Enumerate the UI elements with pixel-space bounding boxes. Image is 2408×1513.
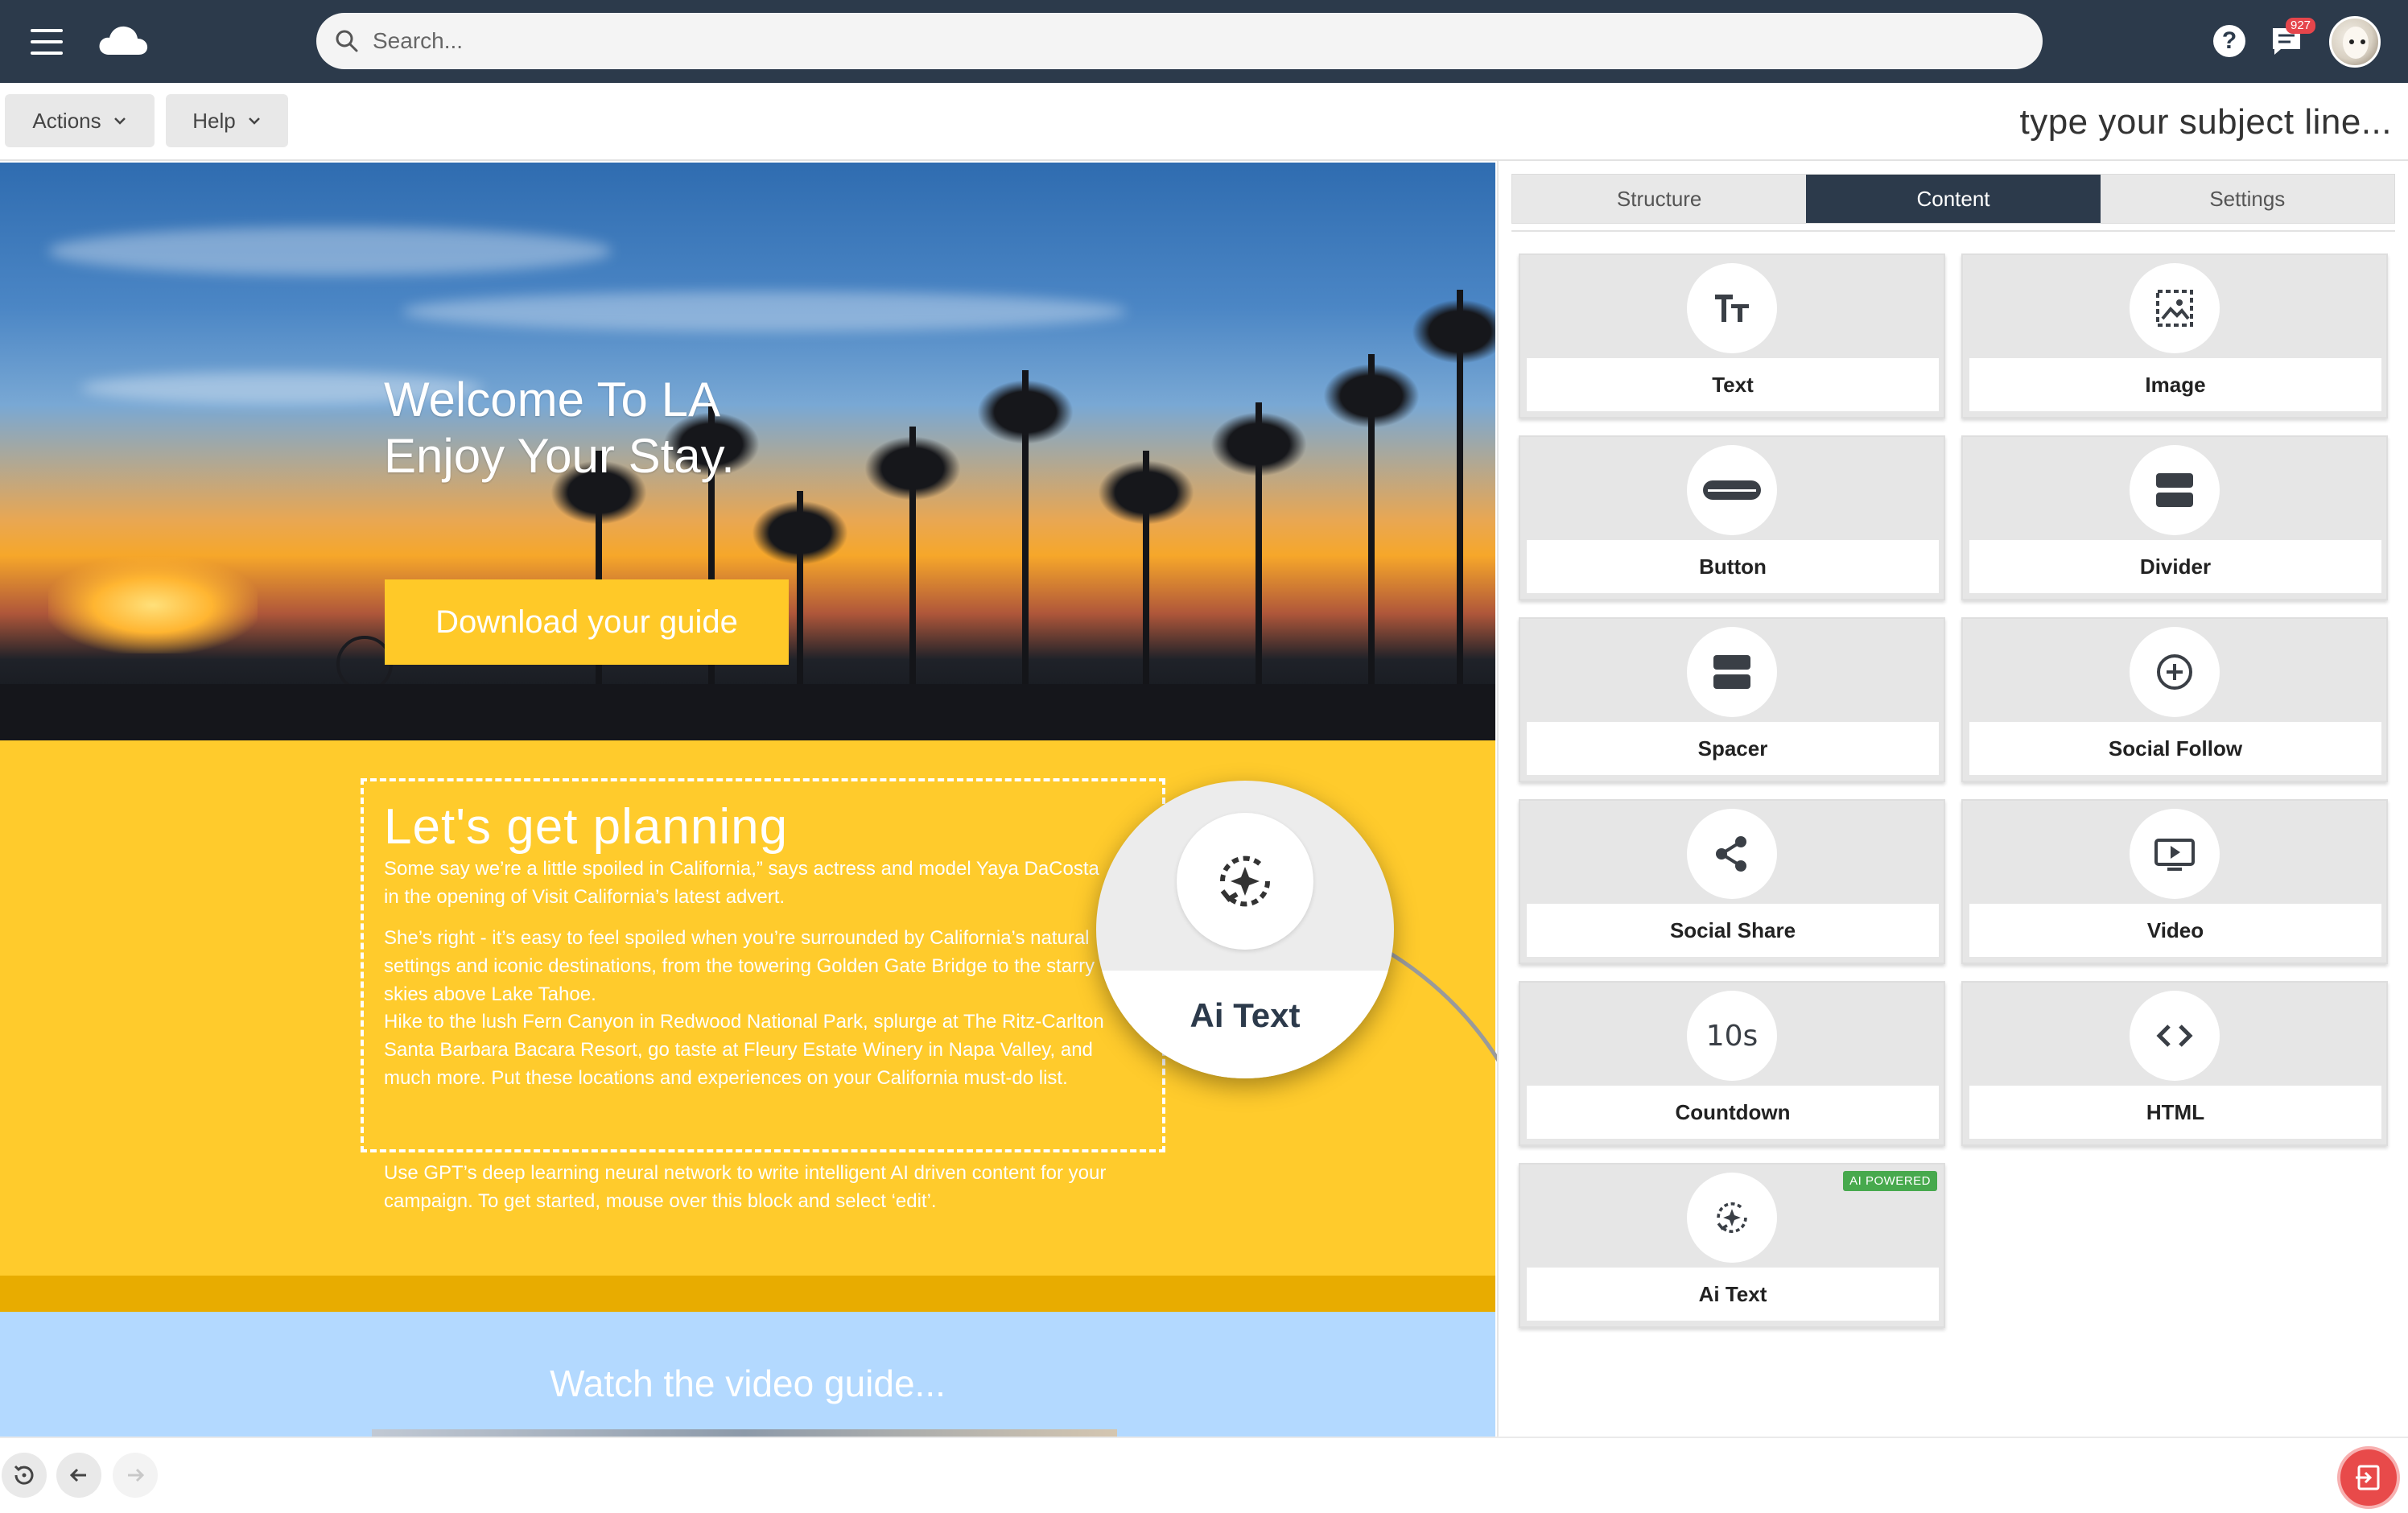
arrow-left-icon <box>69 1468 86 1482</box>
search-icon <box>336 30 358 52</box>
video-title: Watch the video guide... <box>550 1363 946 1404</box>
actions-label: Actions <box>32 108 101 133</box>
magnifier-label: Ai Text <box>1190 996 1301 1034</box>
content-tile-spacer[interactable]: Spacer <box>1519 617 1945 782</box>
code-icon <box>2156 1024 2193 1047</box>
content-tile-button[interactable]: Button <box>1519 435 1945 600</box>
ai-sparkle-icon <box>1219 855 1271 907</box>
divider-icon <box>2154 473 2195 507</box>
image-icon <box>2156 290 2193 327</box>
tile-label: Button <box>1527 540 1939 593</box>
arrow-right-icon <box>128 1468 145 1482</box>
content-tile-video[interactable]: Video <box>1961 799 2388 964</box>
help-icon[interactable]: ? <box>2213 25 2245 57</box>
planning-paragraph-2: She’s right - it’s easy to feel spoiled … <box>384 927 1095 1005</box>
sunset-glow <box>48 557 258 653</box>
subject-line-input[interactable]: type your subject line... <box>2019 102 2392 142</box>
content-tile-image[interactable]: Image <box>1961 254 2388 418</box>
panel-tabs: Structure Content Settings <box>1511 174 2395 224</box>
tile-label: Image <box>1969 358 2381 411</box>
video-thumbnail[interactable] <box>372 1429 1117 1437</box>
search-bar[interactable] <box>316 13 2043 69</box>
content-tile-social-follow[interactable]: Social Follow <box>1961 617 2388 782</box>
ai-text-magnifier: Ai Text <box>1096 781 1394 1078</box>
actions-dropdown[interactable]: Actions <box>5 94 155 147</box>
help-dropdown[interactable]: Help <box>166 94 288 147</box>
hero-title: Welcome To LA Enjoy Your Stay. <box>384 373 735 483</box>
menu-icon[interactable] <box>31 29 63 55</box>
button-icon <box>1703 480 1761 500</box>
cloud-logo-icon[interactable] <box>97 23 150 58</box>
tile-label: Countdown <box>1527 1086 1939 1139</box>
content-tile-countdown[interactable]: 10s Countdown <box>1519 981 1945 1146</box>
notification-badge: 927 <box>2286 18 2316 34</box>
countdown-icon: 10s <box>1705 1019 1759 1053</box>
tile-label: Spacer <box>1527 722 1939 775</box>
text-size-icon <box>1715 295 1749 322</box>
tile-label: HTML <box>1969 1086 2381 1139</box>
tile-label: Video <box>1969 904 2381 957</box>
section-divider <box>0 1276 1495 1312</box>
redo-button[interactable] <box>113 1453 158 1498</box>
download-guide-button[interactable]: Download your guide <box>385 579 789 665</box>
plus-circle-icon <box>2157 654 2192 690</box>
tab-structure[interactable]: Structure <box>1512 175 1806 223</box>
planning-paragraph-1: Some say we’re a little spoiled in Calif… <box>384 858 1099 908</box>
spacer-icon <box>1713 655 1750 689</box>
exit-icon <box>2356 1465 2380 1490</box>
tab-content[interactable]: Content <box>1806 175 2101 223</box>
ai-powered-badge: AI POWERED <box>1843 1171 1937 1191</box>
top-navbar: ? 927 <box>0 0 2408 83</box>
avatar[interactable] <box>2329 16 2381 68</box>
planning-title: Let's get planning <box>384 799 789 855</box>
editor-toolbar: Actions Help type your subject line... <box>0 83 2408 161</box>
chevron-down-icon <box>248 117 260 125</box>
history-icon <box>14 1465 34 1485</box>
tile-label: Social Share <box>1527 904 1939 957</box>
chevron-down-icon <box>113 117 126 125</box>
tile-label: Social Follow <box>1969 722 2381 775</box>
undo-button[interactable] <box>56 1453 101 1498</box>
share-icon <box>1716 836 1746 872</box>
tab-settings[interactable]: Settings <box>2101 175 2394 223</box>
content-tile-social-share[interactable]: Social Share <box>1519 799 1945 964</box>
tile-label: Ai Text <box>1527 1268 1939 1321</box>
tile-label: Divider <box>1969 540 2381 593</box>
content-tile-ai-text[interactable]: AI POWERED Ai Text <box>1519 1163 1945 1328</box>
tile-label: Text <box>1527 358 1939 411</box>
search-input[interactable] <box>373 28 1982 54</box>
content-tile-divider[interactable]: Divider <box>1961 435 2388 600</box>
content-tile-html[interactable]: HTML <box>1961 981 2388 1146</box>
content-tile-text[interactable]: Text <box>1519 254 1945 418</box>
planning-paragraph-3: Hike to the lush Fern Canyon in Redwood … <box>384 1011 1104 1089</box>
planning-paragraph-4: Use GPT’s deep learning neural network t… <box>384 1162 1107 1212</box>
help-label: Help <box>192 108 236 133</box>
history-button[interactable] <box>2 1453 47 1498</box>
bottom-bar <box>0 1437 2408 1513</box>
video-icon <box>2154 839 2195 871</box>
ai-sparkle-icon <box>1717 1202 1747 1233</box>
exit-editor-button[interactable] <box>2337 1446 2400 1509</box>
